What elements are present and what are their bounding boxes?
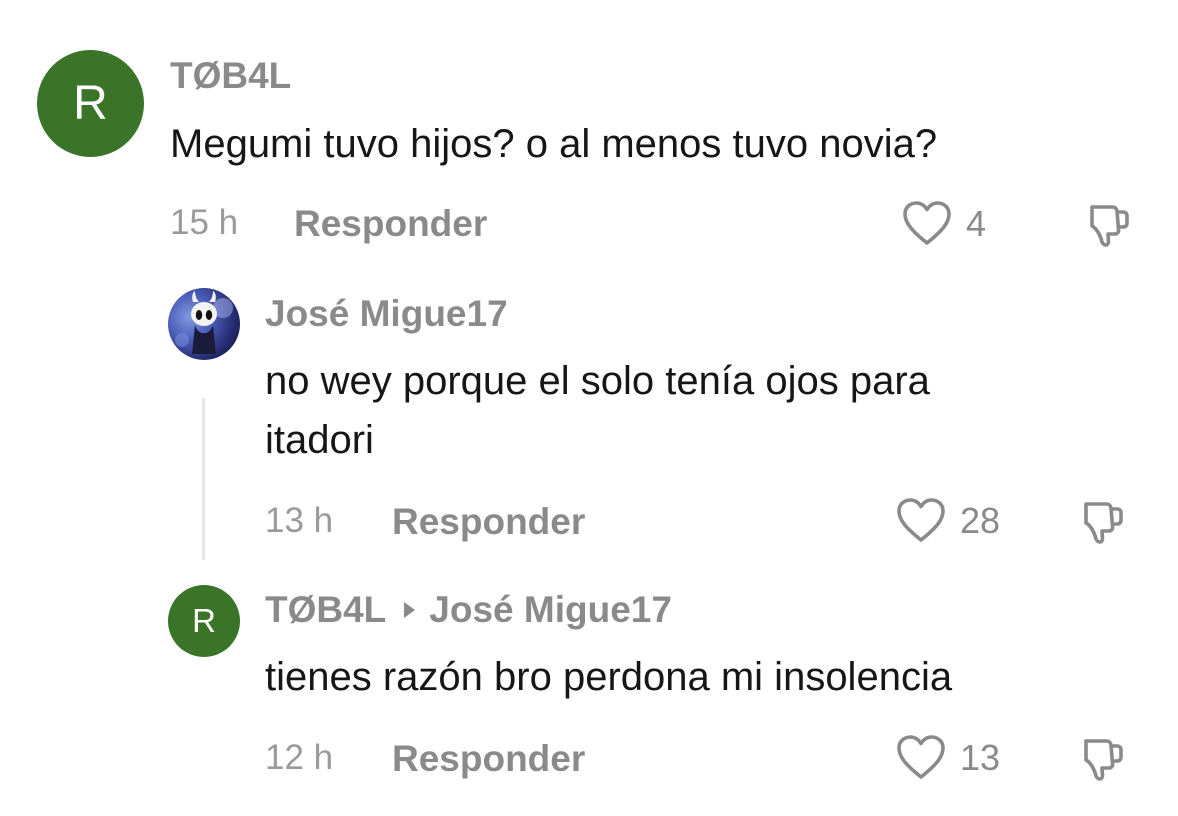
thumbs-down-outline-icon [1090,205,1129,247]
comment-text-line-1: no wey porque el solo tenía ojos para [265,359,930,403]
like-button[interactable]: 13 [896,735,1000,781]
avatar-letter: R [73,77,108,130]
like-count: 4 [966,203,987,244]
like-button[interactable]: 28 [896,498,1000,544]
reply-button[interactable]: Responder [294,202,487,246]
thumbs-down-outline-icon [1084,739,1123,781]
comment-username[interactable]: TØB4L [170,54,291,98]
heart-outline-icon [897,735,945,779]
like-count: 28 [960,500,1001,541]
comment-timestamp: 13 h [265,501,334,540]
comment-username[interactable]: TØB4L [265,589,386,630]
reply-button[interactable]: Responder [392,737,585,781]
comment-text: Megumi tuvo hijos? o al menos tuvo novia… [170,122,938,166]
comment-timestamp: 15 h [170,203,239,242]
heart-outline-icon [903,201,951,245]
thread-connector-line [202,398,205,560]
dislike-button[interactable] [1084,202,1132,255]
comment-username[interactable]: José Migue17 [265,292,508,336]
avatar[interactable]: R [168,585,240,657]
thumbs-down-outline-icon [1084,502,1123,544]
heart-outline-icon [897,498,945,542]
comment-text-line-2: itadori [265,418,374,462]
triangle-right-icon [404,602,416,619]
avatar[interactable]: R [37,50,144,157]
avatar-letter: R [192,602,216,639]
hollow-knight-avatar-image [175,291,233,354]
avatar[interactable] [168,288,240,360]
like-button[interactable]: 4 [902,201,986,247]
comment-text: tienes razón bro perdona mi insolencia [265,655,953,699]
dislike-button[interactable] [1078,736,1126,789]
dislike-button[interactable] [1078,499,1126,552]
reply-button[interactable]: Responder [392,500,585,544]
like-count: 13 [960,737,1001,778]
comment-username-row: TØB4L José Migue17 [265,588,672,632]
comment-timestamp: 12 h [265,738,334,777]
reply-to-username[interactable]: José Migue17 [429,589,672,630]
